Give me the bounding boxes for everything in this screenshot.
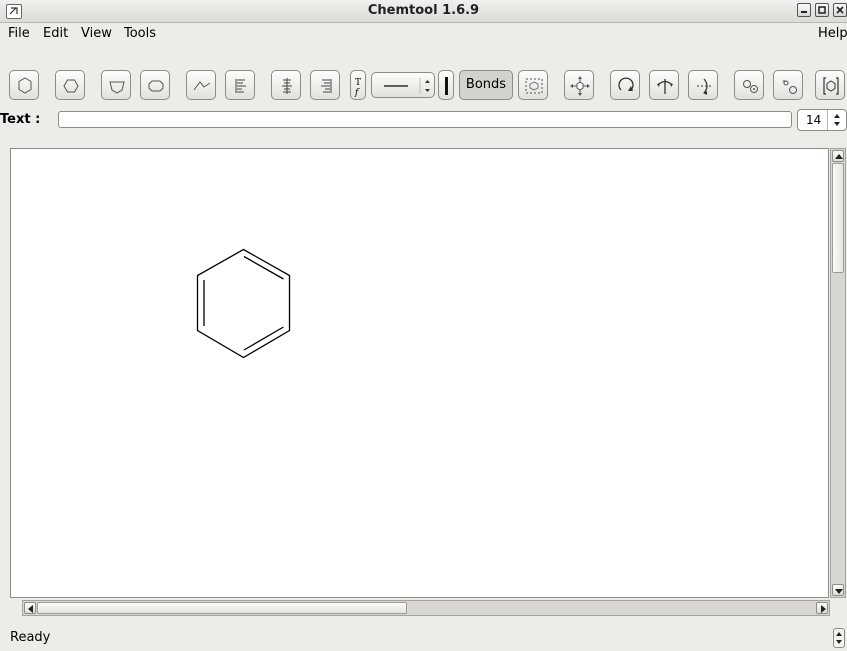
text-input[interactable] [58,111,792,128]
title-bar: Chemtool 1.6.9 [0,0,847,23]
bonds-button[interactable]: Bonds [459,70,513,100]
hexagon-horizontal-icon [63,79,79,93]
hexagon-vertical-button[interactable] [9,70,39,100]
benzene-ring[interactable] [196,248,291,359]
octagon-button[interactable] [140,70,170,100]
svg-text:T: T [355,78,361,88]
flip-horizontal-icon [657,79,673,94]
atom-label-button[interactable]: ° [773,70,803,100]
text-style-button[interactable]: Tf [350,70,366,100]
svg-text:f: f [354,88,360,98]
flip-horizontal-button[interactable] [649,70,679,100]
align-right-button[interactable] [310,70,340,100]
move-icon [570,76,590,96]
menu-help[interactable]: Help [818,26,847,41]
flip-vertical-icon [697,78,711,95]
menu-view[interactable]: View [81,26,112,41]
status-spinner-icon[interactable] [833,628,845,648]
menu-edit[interactable]: Edit [43,26,68,41]
scroll-right-icon[interactable] [816,602,828,614]
window-title: Chemtool 1.6.9 [367,3,480,18]
vertical-scrollbar[interactable] [830,148,846,598]
close-icon[interactable] [833,3,847,17]
hexagon-horizontal-button[interactable] [55,70,85,100]
pentagon-icon [109,81,125,94]
align-center-icon [282,78,292,94]
toolbar: Tf Bonds ° [0,66,847,104]
align-left-button[interactable] [225,70,255,100]
align-left-icon [235,79,246,93]
text-entry-row: Text : 14 [0,108,847,132]
ring-bracket-icon [823,77,839,95]
scroll-up-icon[interactable] [832,150,844,162]
scroll-down-icon[interactable] [832,584,844,596]
pentagon-button[interactable] [101,70,131,100]
line-width-icon [445,77,448,95]
rotate-icon [618,77,634,91]
chain-icon [193,81,211,91]
ring-bracket-button[interactable] [815,70,845,100]
vertical-scroll-thumb[interactable] [832,163,844,273]
atom-mark-button[interactable] [734,70,764,100]
bond-type-combo[interactable] [371,72,435,98]
molecule-drawing[interactable] [11,149,828,597]
align-right-icon [321,79,332,93]
scroll-left-icon[interactable] [24,602,36,614]
maximize-icon[interactable] [815,3,829,17]
font-size-value: 14 [806,113,822,127]
menu-file[interactable]: File [8,26,30,41]
chain-button[interactable] [186,70,216,100]
line-width-button[interactable] [438,70,454,100]
horizontal-scrollbar[interactable] [22,600,830,616]
octagon-icon [148,80,164,92]
status-text: Ready [10,630,51,645]
select-region-icon [525,78,543,94]
font-size-spinner[interactable]: 14 [797,109,847,131]
menu-bar: File Edit View Tools Help [0,22,847,44]
text-style-icon: Tf [354,78,361,98]
drawing-canvas[interactable] [10,148,829,598]
menu-tools[interactable]: Tools [124,26,156,41]
horizontal-scroll-thumb[interactable] [37,602,407,614]
align-center-button[interactable] [271,70,301,100]
bond-line-icon [384,78,430,94]
text-label: Text : [0,112,41,127]
atom-label-icon: ° [782,79,797,94]
rotate-button[interactable] [610,70,640,100]
hexagon-vertical-icon [18,77,32,94]
select-region-button[interactable] [518,70,548,100]
move-button[interactable] [564,70,594,100]
spinner-arrows-icon[interactable] [827,110,846,130]
minimize-icon[interactable] [797,3,811,17]
flip-vertical-button[interactable] [688,70,718,100]
atom-mark-icon [743,80,758,93]
